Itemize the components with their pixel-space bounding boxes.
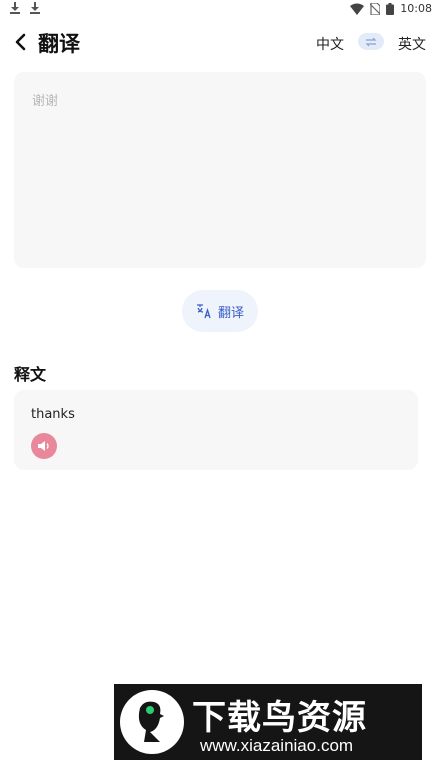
source-text-card [14,72,426,268]
watermark-banner: 下载鸟资源 www.xiazainiao.com [114,684,422,760]
page-title: 翻译 [38,32,80,56]
swap-icon [365,37,377,46]
no-sim-icon [370,2,381,15]
result-card: thanks [14,390,418,470]
header-bar: 翻译 中文 英文 [0,20,440,66]
translation-result-text: thanks [31,407,75,422]
source-text-input[interactable] [14,72,426,268]
result-section-title: 释文 [14,365,47,384]
watermark-url: www.xiazainiao.com [200,736,354,755]
target-language-selector[interactable]: 英文 [398,34,426,54]
battery-icon [386,2,395,15]
watermark-title: 下载鸟资源 [192,698,367,738]
translate-button[interactable]: 翻译 [182,290,258,332]
status-bar: 10:08 [0,0,440,20]
swap-languages-button[interactable] [358,33,384,50]
back-arrow-icon[interactable] [12,32,30,52]
translate-icon [196,304,211,319]
bird-logo-icon [120,690,184,754]
source-language-selector[interactable]: 中文 [316,34,344,54]
wifi-icon [350,3,365,15]
status-time: 10:08 [400,2,432,15]
speaker-icon [38,441,49,451]
download-icon [10,2,20,14]
download-icon [30,2,40,14]
status-bar-left [10,2,40,14]
play-audio-button[interactable] [31,433,57,459]
status-bar-right: 10:08 [350,2,432,15]
translate-button-label: 翻译 [217,305,244,321]
